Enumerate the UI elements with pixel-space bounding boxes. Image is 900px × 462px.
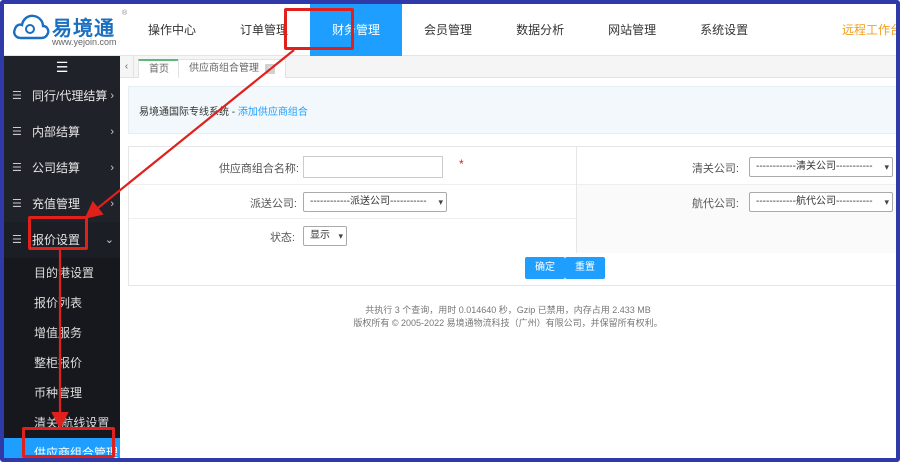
air-agent-company-select[interactable]: ------------航代公司----------- ▾ bbox=[749, 192, 893, 212]
breadcrumb-separator: - bbox=[229, 107, 238, 118]
footer: 共执行 3 个查询，用时 0.014640 秒，Gzip 已禁用，内存占用 2.… bbox=[120, 304, 896, 330]
sidebar-sub-customs-route[interactable]: 清关/航线设置 bbox=[4, 408, 120, 438]
chevron-down-icon: ▾ bbox=[438, 197, 443, 207]
footer-query-stats: 共执行 3 个查询，用时 0.014640 秒，Gzip 已禁用，内存占用 2.… bbox=[365, 305, 651, 315]
nav-system-settings[interactable]: 系统设置 bbox=[678, 4, 770, 56]
select-value: ------------航代公司----------- bbox=[756, 196, 873, 207]
list-icon: ☰ bbox=[12, 234, 22, 246]
sidebar-item-label: 公司结算 bbox=[32, 161, 81, 175]
combo-name-input[interactable] bbox=[303, 156, 443, 178]
nav-data-analysis[interactable]: 数据分析 bbox=[494, 4, 586, 56]
list-icon: ☰ bbox=[12, 90, 22, 102]
breadcrumb: 易境通国际专线系统 - 添加供应商组合 bbox=[139, 103, 308, 118]
main-content: ‹ 首页 供应商组合管理 × 易境通国际专线系统 - 添加供应商组合 供应商组合名… bbox=[120, 56, 896, 458]
select-value: 显示 bbox=[310, 230, 330, 241]
top-nav: 操作中心 订单管理 财务管理 会员管理 数据分析 网站管理 系统设置 bbox=[126, 4, 770, 56]
chevron-down-icon: ▾ bbox=[884, 162, 889, 172]
confirm-button[interactable]: 确定 bbox=[525, 257, 565, 279]
chevron-down-icon: ▾ bbox=[884, 197, 889, 207]
breadcrumb-bar: 易境通国际专线系统 - 添加供应商组合 bbox=[128, 86, 896, 134]
nav-website-management[interactable]: 网站管理 bbox=[586, 4, 678, 56]
tab-home[interactable]: 首页 bbox=[138, 59, 180, 78]
tab-label: 供应商组合管理 bbox=[189, 63, 259, 74]
breadcrumb-page: 添加供应商组合 bbox=[237, 107, 308, 118]
logo-url: www.yejoin.com bbox=[52, 37, 117, 47]
sidebar-item-recharge[interactable]: ☰ 充值管理 › bbox=[4, 186, 120, 222]
chevron-down-icon: ⌄ bbox=[104, 234, 114, 246]
sidebar-item-company-settlement[interactable]: ☰ 公司结算 › bbox=[4, 150, 120, 186]
chevron-right-icon: › bbox=[110, 162, 114, 174]
combo-name-label: 供应商组合名称: bbox=[218, 163, 299, 175]
close-icon[interactable]: × bbox=[265, 64, 275, 74]
chevron-right-icon: › bbox=[110, 198, 114, 210]
sidebar-sub-fcl-quote[interactable]: 整柜报价 bbox=[4, 348, 120, 378]
sidebar-item-internal-settlement[interactable]: ☰ 内部结算 › bbox=[4, 114, 120, 150]
top-header: 易境通 ® www.yejoin.com 操作中心 订单管理 财务管理 会员管理… bbox=[4, 4, 896, 56]
sidebar: ☰ ☰ 同行/代理结算 › ☰ 内部结算 › ☰ 公司结算 › ☰ 充值管理 ›… bbox=[4, 56, 120, 458]
annotation-box-finance bbox=[284, 8, 354, 50]
sidebar-item-label: 同行/代理结算 bbox=[32, 89, 108, 103]
sidebar-item-label: 内部结算 bbox=[32, 125, 81, 139]
list-icon: ☰ bbox=[12, 162, 22, 174]
chevron-right-icon: › bbox=[110, 90, 114, 102]
sidebar-sub-destination-port[interactable]: 目的港设置 bbox=[4, 258, 120, 288]
delivery-company-select[interactable]: ------------派送公司----------- ▾ bbox=[303, 192, 447, 212]
supplier-combo-form: 供应商组合名称: * 清关公司: ------------清关公司-------… bbox=[128, 146, 896, 286]
sidebar-item-quote-settings[interactable]: ☰ 报价设置 ⌄ bbox=[4, 222, 120, 258]
sidebar-sub-quote-list[interactable]: 报价列表 bbox=[4, 288, 120, 318]
tab-prev-icon[interactable]: ‹ bbox=[120, 56, 134, 78]
chevron-down-icon: ▾ bbox=[338, 231, 343, 241]
select-value: ------------派送公司----------- bbox=[310, 196, 427, 207]
menu-toggle-icon[interactable]: ☰ bbox=[4, 56, 120, 78]
sidebar-item-label: 报价设置 bbox=[32, 233, 81, 247]
required-mark: * bbox=[459, 157, 464, 171]
reset-button[interactable]: 重置 bbox=[565, 257, 605, 279]
delivery-company-label: 派送公司: bbox=[249, 198, 297, 210]
select-value: ------------清关公司----------- bbox=[756, 161, 873, 172]
sidebar-sub-currency[interactable]: 币种管理 bbox=[4, 378, 120, 408]
nav-operation-center[interactable]: 操作中心 bbox=[126, 4, 218, 56]
app-window: 易境通 ® www.yejoin.com 操作中心 订单管理 财务管理 会员管理… bbox=[0, 0, 900, 462]
sidebar-sub-value-added[interactable]: 增值服务 bbox=[4, 318, 120, 348]
list-icon: ☰ bbox=[12, 198, 22, 210]
sidebar-item-peer-settlement[interactable]: ☰ 同行/代理结算 › bbox=[4, 78, 120, 114]
sidebar-item-label: 充值管理 bbox=[32, 197, 81, 211]
status-select[interactable]: 显示 ▾ bbox=[303, 226, 347, 246]
column-divider bbox=[576, 147, 577, 253]
logo[interactable]: 易境通 ® www.yejoin.com bbox=[12, 10, 127, 50]
footer-copyright: 版权所有 © 2005-2022 易境通物流科技（广州）有限公司，并保留所有权利… bbox=[353, 318, 663, 328]
tab-supplier-combo[interactable]: 供应商组合管理 × bbox=[178, 59, 286, 78]
sidebar-sub-supplier-combo[interactable]: 供应商组合管理 bbox=[4, 438, 120, 458]
nav-member-management[interactable]: 会员管理 bbox=[402, 4, 494, 56]
status-label: 状态: bbox=[269, 232, 295, 244]
list-icon: ☰ bbox=[12, 126, 22, 138]
cloud-logo-icon bbox=[13, 14, 50, 40]
tab-bar: ‹ 首页 供应商组合管理 × bbox=[120, 56, 896, 78]
customs-company-label: 清关公司: bbox=[691, 163, 739, 175]
breadcrumb-system: 易境通国际专线系统 bbox=[139, 107, 229, 118]
air-agent-company-label: 航代公司: bbox=[691, 198, 739, 210]
chevron-right-icon: › bbox=[110, 126, 114, 138]
remote-workbench-link[interactable]: 远程工作台 bbox=[842, 4, 896, 56]
customs-company-select[interactable]: ------------清关公司----------- ▾ bbox=[749, 157, 893, 177]
